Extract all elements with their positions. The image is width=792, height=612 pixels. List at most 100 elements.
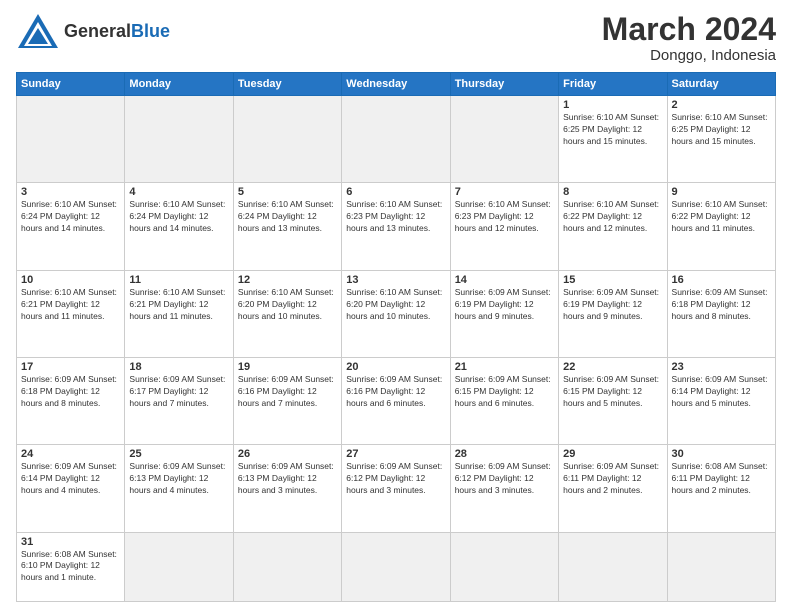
day-info: Sunrise: 6:09 AM Sunset: 6:15 PM Dayligh… (455, 374, 554, 410)
day-number: 22 (563, 361, 662, 373)
day-number: 28 (455, 448, 554, 460)
day-info: Sunrise: 6:09 AM Sunset: 6:11 PM Dayligh… (563, 461, 662, 497)
day-info: Sunrise: 6:10 AM Sunset: 6:23 PM Dayligh… (346, 199, 445, 235)
day-info: Sunrise: 6:09 AM Sunset: 6:19 PM Dayligh… (563, 287, 662, 323)
day-info: Sunrise: 6:10 AM Sunset: 6:20 PM Dayligh… (238, 287, 337, 323)
month-title: March 2024 (602, 12, 776, 47)
day-number: 25 (129, 448, 228, 460)
calendar-cell: 24Sunrise: 6:09 AM Sunset: 6:14 PM Dayli… (17, 445, 125, 532)
day-info: Sunrise: 6:10 AM Sunset: 6:25 PM Dayligh… (563, 112, 662, 148)
day-number: 7 (455, 186, 554, 198)
day-info: Sunrise: 6:09 AM Sunset: 6:16 PM Dayligh… (346, 374, 445, 410)
day-info: Sunrise: 6:10 AM Sunset: 6:25 PM Dayligh… (672, 112, 771, 148)
title-area: March 2024 Donggo, Indonesia (602, 12, 776, 64)
day-info: Sunrise: 6:09 AM Sunset: 6:16 PM Dayligh… (238, 374, 337, 410)
day-number: 2 (672, 99, 771, 111)
day-info: Sunrise: 6:10 AM Sunset: 6:24 PM Dayligh… (129, 199, 228, 235)
day-number: 12 (238, 274, 337, 286)
calendar-cell: 2Sunrise: 6:10 AM Sunset: 6:25 PM Daylig… (667, 96, 775, 183)
calendar-week-3: 10Sunrise: 6:10 AM Sunset: 6:21 PM Dayli… (17, 270, 776, 357)
day-info: Sunrise: 6:10 AM Sunset: 6:22 PM Dayligh… (563, 199, 662, 235)
day-number: 26 (238, 448, 337, 460)
day-info: Sunrise: 6:10 AM Sunset: 6:22 PM Dayligh… (672, 199, 771, 235)
logo: GeneralBlue (16, 12, 170, 50)
calendar-cell: 31Sunrise: 6:08 AM Sunset: 6:10 PM Dayli… (17, 532, 125, 601)
day-info: Sunrise: 6:08 AM Sunset: 6:10 PM Dayligh… (21, 549, 120, 585)
day-info: Sunrise: 6:10 AM Sunset: 6:24 PM Dayligh… (238, 199, 337, 235)
day-number: 30 (672, 448, 771, 460)
day-info: Sunrise: 6:10 AM Sunset: 6:21 PM Dayligh… (21, 287, 120, 323)
calendar-cell: 22Sunrise: 6:09 AM Sunset: 6:15 PM Dayli… (559, 358, 667, 445)
day-number: 24 (21, 448, 120, 460)
calendar-cell: 10Sunrise: 6:10 AM Sunset: 6:21 PM Dayli… (17, 270, 125, 357)
day-number: 14 (455, 274, 554, 286)
calendar-cell: 7Sunrise: 6:10 AM Sunset: 6:23 PM Daylig… (450, 183, 558, 270)
logo-blue: Blue (131, 21, 170, 41)
calendar-week-4: 17Sunrise: 6:09 AM Sunset: 6:18 PM Dayli… (17, 358, 776, 445)
day-info: Sunrise: 6:10 AM Sunset: 6:23 PM Dayligh… (455, 199, 554, 235)
day-number: 20 (346, 361, 445, 373)
calendar-header-tuesday: Tuesday (233, 73, 341, 96)
day-number: 23 (672, 361, 771, 373)
calendar-cell (559, 532, 667, 601)
day-number: 5 (238, 186, 337, 198)
calendar-cell: 27Sunrise: 6:09 AM Sunset: 6:12 PM Dayli… (342, 445, 450, 532)
calendar-cell: 5Sunrise: 6:10 AM Sunset: 6:24 PM Daylig… (233, 183, 341, 270)
day-info: Sunrise: 6:10 AM Sunset: 6:24 PM Dayligh… (21, 199, 120, 235)
day-info: Sunrise: 6:08 AM Sunset: 6:11 PM Dayligh… (672, 461, 771, 497)
day-info: Sunrise: 6:09 AM Sunset: 6:12 PM Dayligh… (346, 461, 445, 497)
day-info: Sunrise: 6:09 AM Sunset: 6:13 PM Dayligh… (238, 461, 337, 497)
calendar-cell (450, 532, 558, 601)
calendar-cell: 9Sunrise: 6:10 AM Sunset: 6:22 PM Daylig… (667, 183, 775, 270)
calendar-cell: 21Sunrise: 6:09 AM Sunset: 6:15 PM Dayli… (450, 358, 558, 445)
day-info: Sunrise: 6:09 AM Sunset: 6:18 PM Dayligh… (672, 287, 771, 323)
day-info: Sunrise: 6:10 AM Sunset: 6:21 PM Dayligh… (129, 287, 228, 323)
day-number: 13 (346, 274, 445, 286)
day-number: 1 (563, 99, 662, 111)
calendar-cell: 12Sunrise: 6:10 AM Sunset: 6:20 PM Dayli… (233, 270, 341, 357)
logo-general: General (64, 21, 131, 41)
calendar-cell: 8Sunrise: 6:10 AM Sunset: 6:22 PM Daylig… (559, 183, 667, 270)
calendar-cell: 29Sunrise: 6:09 AM Sunset: 6:11 PM Dayli… (559, 445, 667, 532)
calendar-week-5: 24Sunrise: 6:09 AM Sunset: 6:14 PM Dayli… (17, 445, 776, 532)
calendar-cell (342, 96, 450, 183)
calendar-cell: 3Sunrise: 6:10 AM Sunset: 6:24 PM Daylig… (17, 183, 125, 270)
calendar-header-monday: Monday (125, 73, 233, 96)
calendar-cell: 30Sunrise: 6:08 AM Sunset: 6:11 PM Dayli… (667, 445, 775, 532)
calendar-header-wednesday: Wednesday (342, 73, 450, 96)
calendar-table: SundayMondayTuesdayWednesdayThursdayFrid… (16, 72, 776, 602)
calendar-cell (125, 532, 233, 601)
calendar-cell (125, 96, 233, 183)
day-info: Sunrise: 6:09 AM Sunset: 6:19 PM Dayligh… (455, 287, 554, 323)
day-number: 31 (21, 536, 120, 548)
page: GeneralBlue March 2024 Donggo, Indonesia… (0, 0, 792, 612)
day-info: Sunrise: 6:10 AM Sunset: 6:20 PM Dayligh… (346, 287, 445, 323)
calendar-cell: 18Sunrise: 6:09 AM Sunset: 6:17 PM Dayli… (125, 358, 233, 445)
calendar-cell: 1Sunrise: 6:10 AM Sunset: 6:25 PM Daylig… (559, 96, 667, 183)
day-number: 21 (455, 361, 554, 373)
calendar-cell (450, 96, 558, 183)
day-number: 11 (129, 274, 228, 286)
day-number: 29 (563, 448, 662, 460)
day-number: 9 (672, 186, 771, 198)
day-number: 6 (346, 186, 445, 198)
calendar-cell: 17Sunrise: 6:09 AM Sunset: 6:18 PM Dayli… (17, 358, 125, 445)
calendar-header-friday: Friday (559, 73, 667, 96)
day-info: Sunrise: 6:09 AM Sunset: 6:14 PM Dayligh… (672, 374, 771, 410)
calendar-cell: 11Sunrise: 6:10 AM Sunset: 6:21 PM Dayli… (125, 270, 233, 357)
logo-icon (16, 12, 60, 50)
day-info: Sunrise: 6:09 AM Sunset: 6:18 PM Dayligh… (21, 374, 120, 410)
day-number: 10 (21, 274, 120, 286)
logo-text: GeneralBlue (64, 21, 170, 42)
calendar-week-2: 3Sunrise: 6:10 AM Sunset: 6:24 PM Daylig… (17, 183, 776, 270)
calendar-cell: 15Sunrise: 6:09 AM Sunset: 6:19 PM Dayli… (559, 270, 667, 357)
calendar-cell: 4Sunrise: 6:10 AM Sunset: 6:24 PM Daylig… (125, 183, 233, 270)
calendar-cell (233, 532, 341, 601)
day-number: 15 (563, 274, 662, 286)
calendar-cell: 26Sunrise: 6:09 AM Sunset: 6:13 PM Dayli… (233, 445, 341, 532)
calendar-cell (667, 532, 775, 601)
day-number: 16 (672, 274, 771, 286)
header: GeneralBlue March 2024 Donggo, Indonesia (16, 12, 776, 64)
location: Donggo, Indonesia (602, 47, 776, 64)
calendar-cell: 13Sunrise: 6:10 AM Sunset: 6:20 PM Dayli… (342, 270, 450, 357)
